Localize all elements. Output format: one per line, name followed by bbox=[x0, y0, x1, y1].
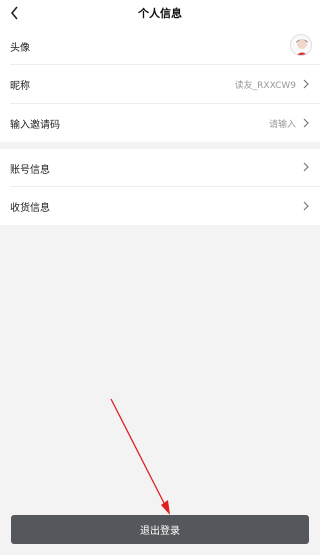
logout-button[interactable]: 退出登录 bbox=[11, 515, 309, 544]
invite-code-row[interactable]: 输入邀请码 请输入 bbox=[0, 104, 320, 142]
account-section: 账号信息 收货信息 bbox=[0, 149, 320, 225]
account-info-label: 账号信息 bbox=[10, 165, 50, 176]
avatar-image bbox=[296, 39, 308, 55]
invite-code-placeholder[interactable]: 请输入 bbox=[269, 117, 296, 130]
chevron-right-icon bbox=[303, 118, 309, 128]
chevron-right-icon bbox=[303, 162, 309, 172]
nickname-value: 读友_RXXCW9 bbox=[234, 81, 296, 91]
top-bar: 个人信息 bbox=[0, 0, 320, 27]
shipping-info-row[interactable]: 收货信息 bbox=[0, 187, 320, 225]
nickname-label: 昵称 bbox=[10, 81, 30, 92]
chevron-right-icon bbox=[303, 79, 309, 89]
invite-code-label: 输入邀请码 bbox=[10, 120, 60, 131]
nickname-row[interactable]: 昵称 读友_RXXCW9 bbox=[0, 65, 320, 103]
account-info-row[interactable]: 账号信息 bbox=[0, 149, 320, 186]
page-title: 个人信息 bbox=[138, 7, 182, 20]
shipping-info-label: 收货信息 bbox=[10, 203, 50, 214]
chevron-right-icon bbox=[303, 201, 309, 211]
avatar-label: 头像 bbox=[10, 43, 30, 54]
avatar[interactable] bbox=[290, 34, 312, 56]
profile-section: 头像 昵称 读友_RXXCW9 输入邀请码 请输入 bbox=[0, 27, 320, 142]
avatar-row[interactable]: 头像 bbox=[0, 27, 320, 64]
